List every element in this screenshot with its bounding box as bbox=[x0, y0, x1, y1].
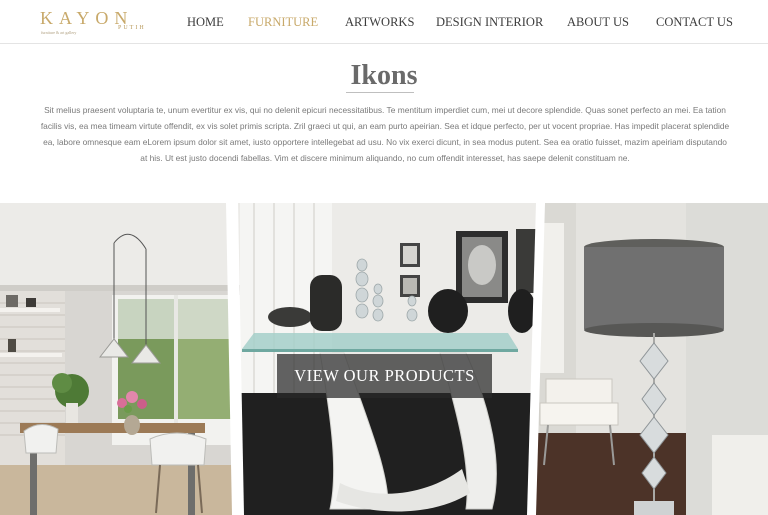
brand-tagline: PUTIH bbox=[118, 25, 146, 31]
title-underline bbox=[346, 92, 414, 93]
intro-paragraph: Sit melius praesent voluptaria te, unum … bbox=[40, 105, 730, 163]
nav-item-artworks[interactable]: ARTWORKS bbox=[345, 14, 414, 30]
brand-subtitle: furniture & art gallery bbox=[41, 30, 77, 35]
nav-item-contact-us[interactable]: CONTACT US bbox=[656, 14, 733, 30]
brand-logo[interactable]: KAYON PUTIH furniture & art gallery bbox=[40, 9, 152, 35]
nav-item-design-interior[interactable]: DESIGN INTERIOR bbox=[436, 14, 543, 30]
view-products-button[interactable]: VIEW OUR PRODUCTS bbox=[277, 354, 492, 398]
page-title: Ikons bbox=[350, 60, 418, 91]
nav-item-about-us[interactable]: ABOUT US bbox=[567, 14, 629, 30]
site-header: KAYON PUTIH furniture & art gallery HOME… bbox=[0, 0, 768, 44]
nav-item-furniture[interactable]: FURNITURE bbox=[248, 14, 318, 30]
nav-item-home[interactable]: HOME bbox=[187, 14, 224, 30]
